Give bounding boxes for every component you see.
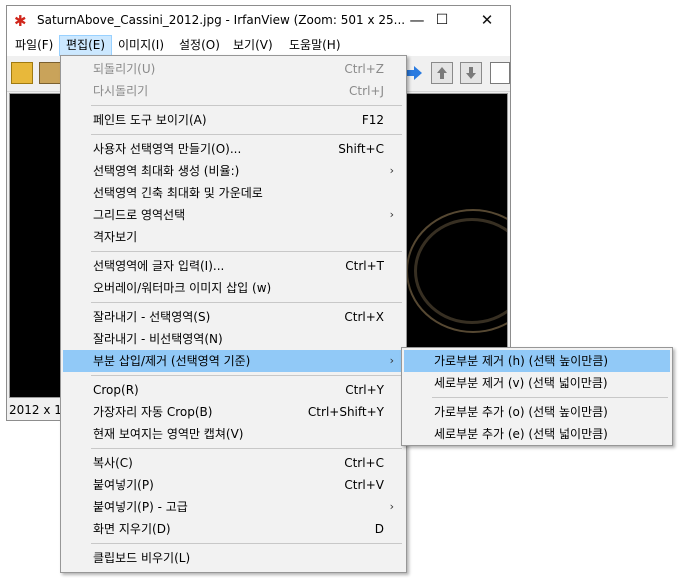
menu-item-copy[interactable]: 복사(C) Ctrl+C bbox=[63, 452, 404, 474]
menu-item-redo[interactable]: 다시돌리기 Ctrl+J bbox=[63, 80, 404, 102]
menu-view[interactable]: 보기(V) bbox=[227, 35, 279, 56]
submenu-item-remove-horizontal[interactable]: 가로부분 제거 (h) (선택 높이만큼) bbox=[404, 350, 670, 372]
close-button[interactable]: ✕ bbox=[464, 6, 510, 35]
menu-edit[interactable]: 편집(E) bbox=[59, 35, 113, 56]
menu-item-empty-clipboard[interactable]: 클립보드 비우기(L) bbox=[63, 547, 404, 569]
menu-separator bbox=[91, 302, 402, 303]
menu-separator bbox=[91, 448, 402, 449]
menu-item-undo[interactable]: 되돌리기(U) Ctrl+Z bbox=[63, 58, 404, 80]
move-up-icon[interactable] bbox=[431, 62, 453, 84]
submenu-arrow-icon: › bbox=[389, 500, 394, 513]
submenu-item-add-horizontal[interactable]: 가로부분 추가 (o) (선택 높이만큼) bbox=[404, 401, 670, 423]
maximize-button[interactable]: ☐ bbox=[419, 6, 465, 35]
menu-item-show-grid[interactable]: 격자보기 bbox=[63, 226, 404, 248]
open-folder-icon[interactable] bbox=[11, 62, 33, 84]
menu-separator bbox=[432, 397, 668, 398]
menu-separator bbox=[91, 134, 402, 135]
menu-item-tight-max-center[interactable]: 선택영역 긴축 최대화 및 가운데로 bbox=[63, 182, 404, 204]
menu-item-paste[interactable]: 붙여넣기(P) Ctrl+V bbox=[63, 474, 404, 496]
submenu-arrow-icon: › bbox=[389, 354, 394, 367]
menu-item-clear-screen[interactable]: 화면 지우기(D) D bbox=[63, 518, 404, 540]
menu-item-insert-text[interactable]: 선택영역에 글자 입력(I)... Ctrl+T bbox=[63, 255, 404, 277]
menu-file[interactable]: 파일(F) bbox=[9, 35, 59, 56]
menu-item-auto-crop-borders[interactable]: 가장자리 자동 Crop(B) Ctrl+Shift+Y bbox=[63, 401, 404, 423]
menu-item-max-selection-ratio[interactable]: 선택영역 최대화 생성 (비율:) › bbox=[63, 160, 404, 182]
menu-item-paste-advanced[interactable]: 붙여넣기(P) - 고급 › bbox=[63, 496, 404, 518]
submenu-arrow-icon: › bbox=[389, 164, 394, 177]
menu-item-overlay-watermark[interactable]: 오버레이/워터마크 이미지 삽입 (w) bbox=[63, 277, 404, 299]
title-bar[interactable]: ✱ SaturnAbove_Cassini_2012.jpg - IrfanVi… bbox=[7, 6, 510, 35]
menu-item-cut-selection[interactable]: 잘라내기 - 선택영역(S) Ctrl+X bbox=[63, 306, 404, 328]
submenu-item-remove-vertical[interactable]: 세로부분 제거 (v) (선택 넓이만큼) bbox=[404, 372, 670, 394]
submenu-item-add-vertical[interactable]: 세로부분 추가 (e) (선택 넓이만큼) bbox=[404, 423, 670, 445]
menu-item-capture-visible-area[interactable]: 현재 보여지는 영역만 캡쳐(V) bbox=[63, 423, 404, 445]
menu-image[interactable]: 이미지(I) bbox=[112, 35, 170, 56]
menu-bar: 파일(F) 편집(E) 이미지(I) 설정(O) 보기(V) 도움말(H) bbox=[7, 35, 510, 56]
menu-item-grid-selection[interactable]: 그리드로 영역선택 › bbox=[63, 204, 404, 226]
menu-item-crop[interactable]: Crop(R) Ctrl+Y bbox=[63, 379, 404, 401]
window-title: SaturnAbove_Cassini_2012.jpg - IrfanView… bbox=[37, 13, 406, 27]
menu-options[interactable]: 설정(O) bbox=[173, 35, 226, 56]
menu-help[interactable]: 도움말(H) bbox=[283, 35, 347, 56]
menu-separator bbox=[91, 543, 402, 544]
menu-separator bbox=[91, 375, 402, 376]
slideshow-icon[interactable] bbox=[39, 62, 61, 84]
menu-item-insert-remove-part[interactable]: 부분 삽입/제거 (선택영역 기준) › bbox=[63, 350, 404, 372]
next-arrow-icon[interactable] bbox=[405, 62, 423, 84]
irfanview-cat-icon: ✱ bbox=[14, 12, 27, 30]
move-down-icon[interactable] bbox=[460, 62, 482, 84]
menu-item-show-paint-tools[interactable]: 페인트 도구 보이기(A) F12 bbox=[63, 109, 404, 131]
menu-separator bbox=[91, 251, 402, 252]
insert-remove-submenu: 가로부분 제거 (h) (선택 높이만큼) 세로부분 제거 (v) (선택 넓이… bbox=[401, 347, 673, 446]
submenu-arrow-icon: › bbox=[389, 208, 394, 221]
edit-menu-dropdown: 되돌리기(U) Ctrl+Z 다시돌리기 Ctrl+J 페인트 도구 보이기(A… bbox=[60, 55, 407, 573]
menu-item-custom-selection[interactable]: 사용자 선택영역 만들기(O)... Shift+C bbox=[63, 138, 404, 160]
menu-separator bbox=[91, 105, 402, 106]
menu-item-cut-outside-selection[interactable]: 잘라내기 - 비선택영역(N) bbox=[63, 328, 404, 350]
toolbar-field[interactable] bbox=[490, 62, 510, 84]
